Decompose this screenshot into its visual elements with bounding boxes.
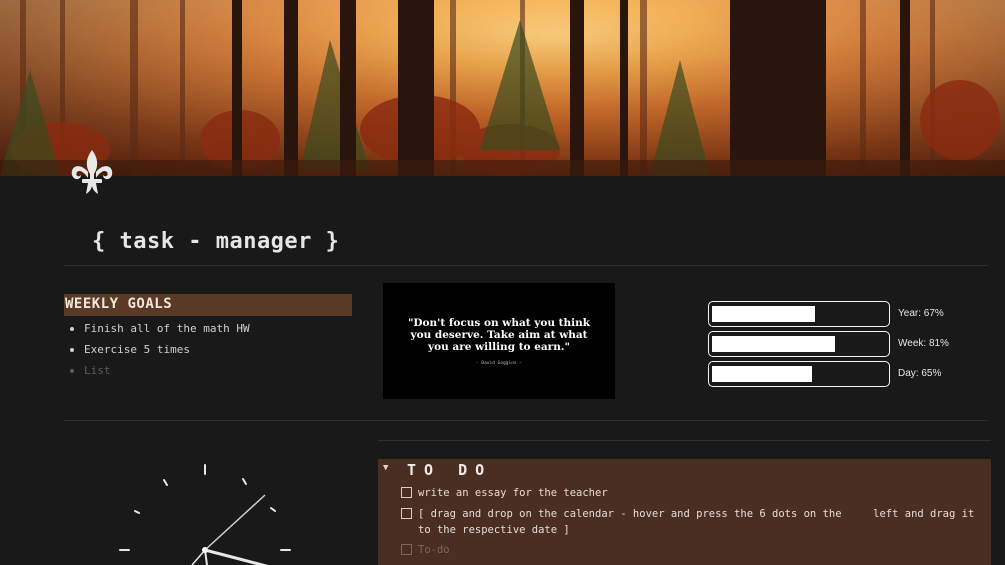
- list-item[interactable]: Exercise 5 times: [70, 343, 190, 356]
- todo-title[interactable]: TO DO: [407, 461, 492, 479]
- clock-hour-hand: [204, 548, 269, 565]
- fleur-de-lis-icon[interactable]: [66, 148, 118, 200]
- todo-item[interactable]: [ drag and drop on the calendar - hover …: [401, 506, 981, 538]
- checkbox[interactable]: [401, 487, 412, 498]
- list-placeholder-text[interactable]: List: [84, 364, 111, 377]
- weekly-goals-header: WEEKLY GOALS: [64, 294, 352, 316]
- clock-minute-hand: [204, 494, 266, 551]
- divider: [64, 265, 988, 266]
- year-progress-fill: [712, 306, 815, 322]
- page-title[interactable]: { task - manager }: [92, 229, 339, 254]
- divider: [378, 440, 991, 441]
- triangle-down-icon[interactable]: ▼: [383, 463, 388, 473]
- page-cover-image: [0, 0, 1005, 176]
- divider: [64, 420, 988, 421]
- clock-tick: [270, 507, 276, 512]
- bullet-icon: [70, 368, 74, 373]
- clock-widget: [110, 455, 310, 565]
- year-progress-bar: [708, 301, 890, 327]
- todo-item[interactable]: write an essay for the teacher: [401, 485, 981, 501]
- checkbox[interactable]: [401, 544, 412, 555]
- day-progress-label: Day: 65%: [898, 368, 942, 379]
- list-item-placeholder[interactable]: List: [70, 364, 111, 377]
- todo-placeholder-text[interactable]: To-do: [418, 542, 450, 558]
- list-item-text[interactable]: Finish all of the math HW: [84, 322, 250, 335]
- list-item-text[interactable]: Exercise 5 times: [84, 343, 190, 356]
- quote-author: - David Goggins -: [475, 360, 523, 366]
- week-progress-bar: [708, 331, 890, 357]
- bullet-icon: [70, 347, 74, 352]
- todo-item-text[interactable]: write an essay for the teacher: [418, 485, 608, 501]
- todo-item-placeholder[interactable]: To-do: [401, 542, 450, 558]
- year-progress-label: Year: 67%: [898, 308, 944, 319]
- todo-item-text[interactable]: [ drag and drop on the calendar - hover …: [418, 506, 981, 538]
- bullet-icon: [70, 326, 74, 331]
- week-progress-fill: [712, 336, 835, 352]
- quote-card: "Don't focus on what you think you deser…: [383, 283, 615, 399]
- week-progress-label: Week: 81%: [898, 338, 949, 349]
- clock-center: [202, 547, 208, 553]
- day-progress-fill: [712, 366, 812, 382]
- list-item[interactable]: Finish all of the math HW: [70, 322, 250, 335]
- day-progress-bar: [708, 361, 890, 387]
- clock-tick: [134, 510, 140, 514]
- clock-tick: [163, 479, 168, 486]
- checkbox[interactable]: [401, 508, 412, 519]
- clock-tick: [242, 478, 247, 485]
- quote-text: "Don't focus on what you think you deser…: [407, 316, 591, 353]
